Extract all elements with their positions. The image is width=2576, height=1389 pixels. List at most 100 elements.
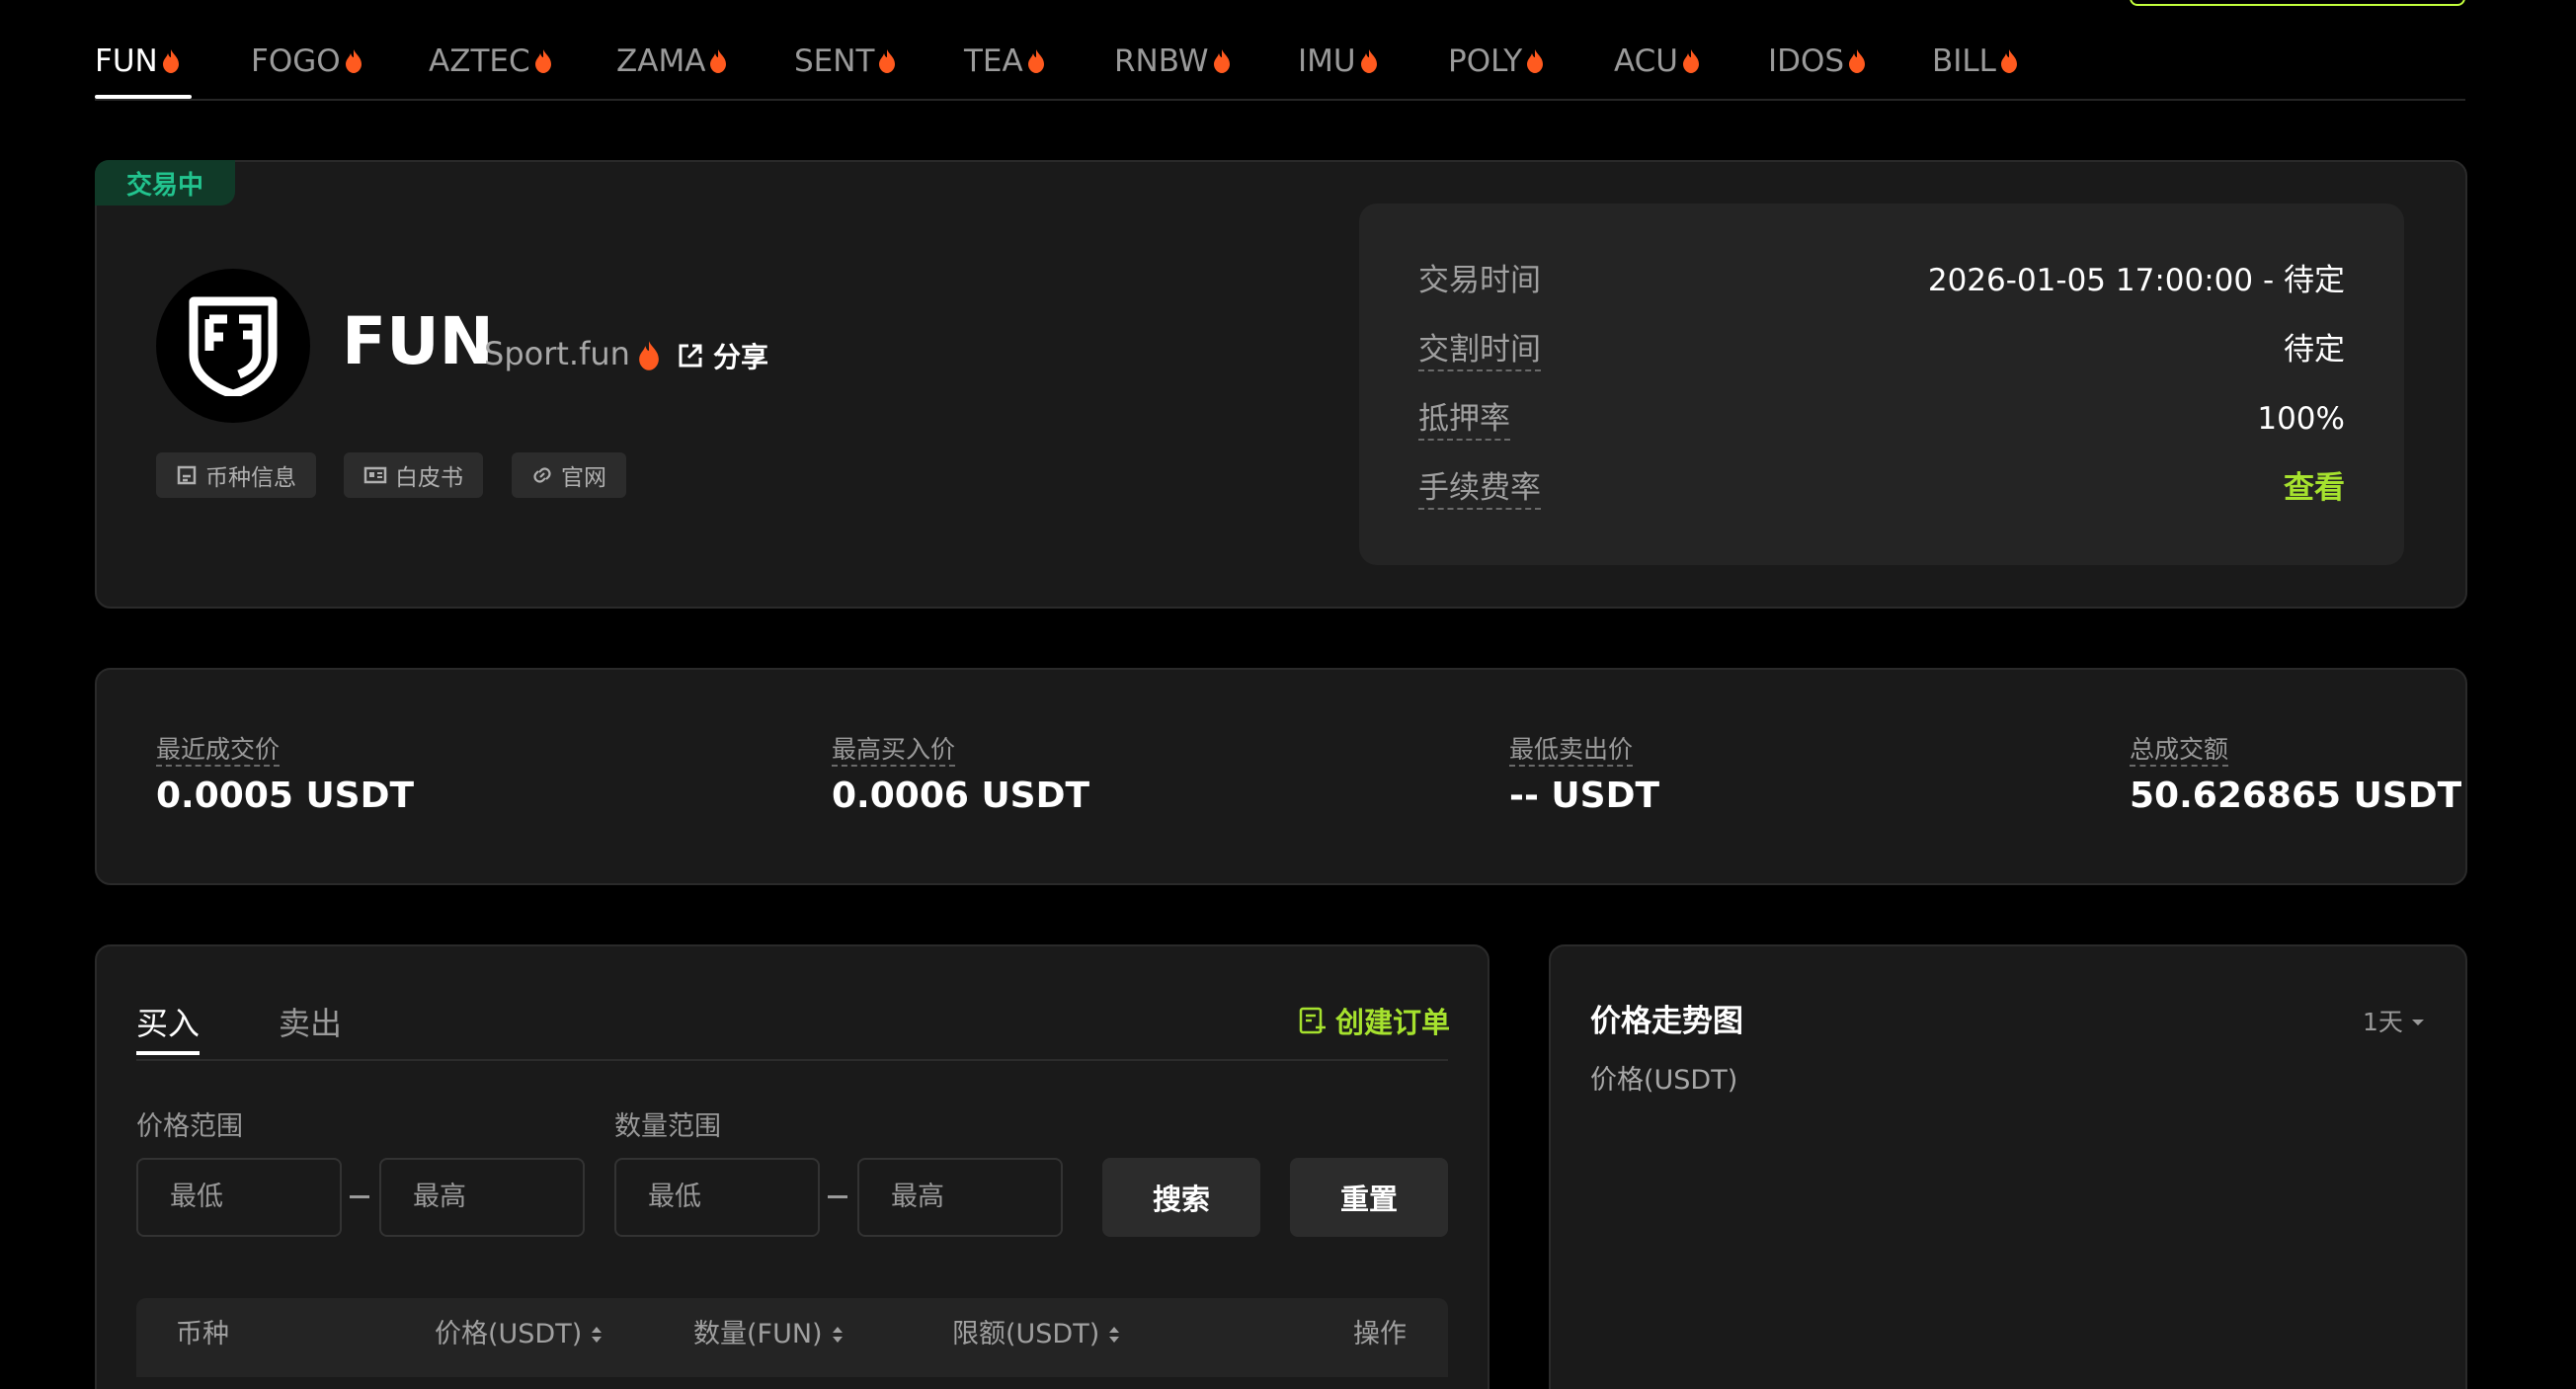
tab-fun[interactable]: FUN xyxy=(95,40,181,83)
lowest-ask-label[interactable]: 最低卖出价 xyxy=(1509,735,1634,767)
column-header-action: 操作 xyxy=(1353,1319,1407,1349)
tab-label: BILL xyxy=(1932,43,1996,79)
sort-icon xyxy=(1109,1327,1120,1343)
column-header-limit[interactable]: 限额(USDT) xyxy=(952,1318,1121,1351)
collateral-rate-value: 100% xyxy=(2257,401,2345,437)
quantity-max-input[interactable]: 最高 xyxy=(857,1158,1063,1237)
column-header-quantity[interactable]: 数量(FUN) xyxy=(693,1318,845,1351)
create-order-label: 创建订单 xyxy=(1335,1006,1451,1039)
sort-icon xyxy=(592,1327,603,1343)
tab-fogo[interactable]: FOGO xyxy=(251,40,363,83)
range-dash xyxy=(350,1195,369,1198)
id-card-icon xyxy=(363,466,387,484)
flame-icon xyxy=(2000,49,2017,73)
search-button[interactable]: 搜索 xyxy=(1102,1158,1260,1237)
delivery-time-value: 待定 xyxy=(2284,332,2345,368)
flame-icon xyxy=(534,49,551,73)
chart-y-axis-label: 价格(USDT) xyxy=(1590,1065,1738,1096)
trade-info-panel xyxy=(1359,204,2404,565)
sort-icon xyxy=(832,1327,843,1343)
quantity-min-input[interactable]: 最低 xyxy=(614,1158,820,1237)
token-logo xyxy=(156,269,310,423)
price-max-input[interactable]: 最高 xyxy=(379,1158,585,1237)
delivery-time-label[interactable]: 交割时间 xyxy=(1418,330,1541,371)
whitepaper-link[interactable]: 白皮书 xyxy=(344,452,483,498)
tab-acu[interactable]: ACU xyxy=(1614,40,1701,83)
total-volume-value: 50.626865 USDT xyxy=(2130,776,2462,816)
trade-time-value: 2026-01-05 17:00:00 - 待定 xyxy=(1927,263,2345,298)
link-icon xyxy=(533,467,551,483)
token-name: Sport.fun xyxy=(484,335,630,372)
trade-time-label: 交易时间 xyxy=(1418,263,1541,298)
tab-poly[interactable]: POLY xyxy=(1448,40,1545,83)
column-header-price[interactable]: 价格(USDT) xyxy=(435,1318,604,1351)
tab-rnbw[interactable]: RNBW xyxy=(1114,40,1232,83)
tab-label: IMU xyxy=(1298,43,1356,79)
tab-label: ACU xyxy=(1614,43,1678,79)
flame-icon xyxy=(879,49,896,73)
reset-button[interactable]: 重置 xyxy=(1290,1158,1448,1237)
flame-icon xyxy=(710,49,727,73)
tab-label: ZAMA xyxy=(616,43,706,79)
flame-icon xyxy=(1527,49,1544,73)
last-price-label[interactable]: 最近成交价 xyxy=(156,735,281,767)
tab-label: IDOS xyxy=(1768,43,1845,79)
price-min-input[interactable]: 最低 xyxy=(136,1158,342,1237)
collateral-rate-label[interactable]: 抵押率 xyxy=(1418,399,1510,441)
quantity-range-label: 数量范围 xyxy=(614,1111,721,1142)
document-icon xyxy=(177,465,197,485)
active-tab-underline xyxy=(95,95,192,99)
highest-bid-label[interactable]: 最高买入价 xyxy=(832,735,956,767)
chip-label: 白皮书 xyxy=(395,465,463,491)
tab-label: AZTEC xyxy=(429,43,530,79)
flame-icon xyxy=(1849,49,1866,73)
flame-icon xyxy=(639,341,659,370)
range-dash xyxy=(828,1195,847,1198)
status-badge: 交易中 xyxy=(95,160,235,205)
chip-label: 币种信息 xyxy=(205,465,296,491)
website-link[interactable]: 官网 xyxy=(512,452,626,498)
tab-label: FUN xyxy=(95,43,158,79)
tab-imu[interactable]: IMU xyxy=(1298,40,1379,83)
share-label: 分享 xyxy=(713,341,769,373)
market-stats-card xyxy=(95,668,2467,885)
share-button[interactable]: 分享 xyxy=(676,336,768,375)
tab-bill[interactable]: BILL xyxy=(1932,40,2019,83)
flame-icon xyxy=(1360,49,1377,73)
tab-sent[interactable]: SENT xyxy=(794,40,897,83)
tab-label: TEA xyxy=(964,43,1023,79)
view-fee-link[interactable]: 查看 xyxy=(2284,468,2345,508)
flame-icon xyxy=(1683,49,1699,73)
tab-divider xyxy=(136,1059,1448,1061)
flame-icon xyxy=(1213,49,1230,73)
chip-label: 官网 xyxy=(561,465,606,491)
tab-zama[interactable]: ZAMA xyxy=(616,40,728,83)
chart-range-value: 1天 xyxy=(2363,1008,2403,1036)
chart-range-select[interactable]: 1天 xyxy=(2363,1006,2427,1039)
flame-icon xyxy=(1027,49,1044,73)
create-order-button[interactable]: 创建订单 xyxy=(1298,1000,1450,1041)
tab-idos[interactable]: IDOS xyxy=(1768,40,1867,83)
buy-tab[interactable]: 买入 xyxy=(136,1004,200,1043)
create-order-icon xyxy=(1299,1007,1326,1034)
token-symbol: FUN xyxy=(342,303,494,379)
lowest-ask-value: -- USDT xyxy=(1509,776,1660,816)
flame-icon xyxy=(345,49,362,73)
tab-tea[interactable]: TEA xyxy=(964,40,1046,83)
external-link-icon xyxy=(679,344,702,368)
token-info-link[interactable]: 币种信息 xyxy=(156,452,316,498)
tab-label: SENT xyxy=(794,43,875,79)
sell-tab[interactable]: 卖出 xyxy=(279,1004,342,1043)
fun-logo-icon xyxy=(189,296,278,396)
tab-aztec[interactable]: AZTEC xyxy=(429,40,553,83)
fee-rate-label[interactable]: 手续费率 xyxy=(1418,468,1541,510)
chart-title: 价格走势图 xyxy=(1590,1004,1743,1039)
flame-icon xyxy=(162,49,179,73)
tab-label: FOGO xyxy=(251,43,341,79)
column-header-currency: 币种 xyxy=(176,1319,229,1349)
total-volume-label[interactable]: 总成交额 xyxy=(2130,735,2229,767)
last-price-value: 0.0005 USDT xyxy=(156,776,415,816)
buy-tab-underline xyxy=(136,1051,200,1055)
chevron-down-icon xyxy=(2411,1020,2424,1025)
tab-label: POLY xyxy=(1448,43,1523,79)
